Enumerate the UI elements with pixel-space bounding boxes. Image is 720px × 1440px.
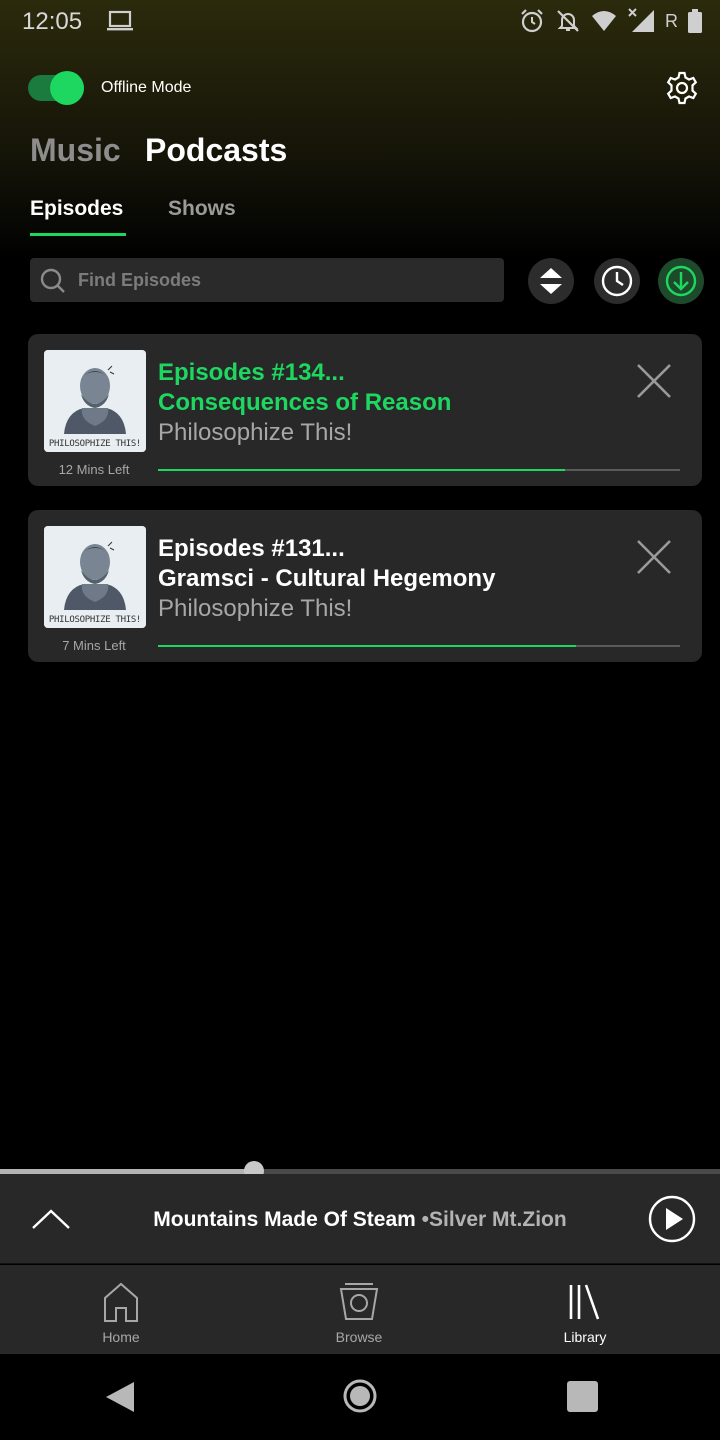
bottom-nav: Home Browse Library	[0, 1265, 720, 1354]
wifi-icon	[592, 11, 616, 31]
episode-title: Episodes #131...	[158, 535, 345, 562]
downloaded-filter-button[interactable]	[658, 258, 704, 304]
close-icon[interactable]	[635, 538, 673, 576]
podcast-cover-art: PHILOSOPHIZE THIS!	[44, 526, 146, 628]
status-icons: R	[519, 6, 702, 36]
section-music[interactable]: Music	[30, 132, 121, 169]
carrier-letter: R	[665, 10, 678, 31]
tab-episodes-indicator	[30, 233, 126, 236]
episode-card[interactable]: PHILOSOPHIZE THIS! 7 Mins Left Episodes …	[28, 510, 702, 662]
search-bar[interactable]	[30, 258, 504, 302]
now-playing-bar[interactable]: Mountains Made Of Steam •Silver Mt.Zion	[0, 1174, 720, 1264]
gear-icon[interactable]	[664, 70, 700, 106]
status-bar: 12:05 R	[0, 0, 720, 44]
nav-browse-label: Browse	[335, 1329, 383, 1345]
sort-icon	[540, 268, 562, 294]
episode-progress-fill	[158, 645, 576, 647]
episode-show: Philosophize This!	[158, 595, 353, 622]
library-icon	[569, 1284, 600, 1320]
time-left: 12 Mins Left	[58, 462, 130, 477]
cover-caption: PHILOSOPHIZE THIS!	[48, 615, 142, 625]
tab-episodes[interactable]: Episodes	[30, 197, 123, 221]
home-icon	[104, 1282, 138, 1322]
home-button-icon[interactable]	[342, 1378, 378, 1414]
podcast-cover-art: PHILOSOPHIZE THIS!	[44, 350, 146, 452]
bust-illustration	[44, 350, 146, 452]
offline-mode-label: Offline Mode	[101, 79, 192, 96]
search-icon	[40, 268, 65, 293]
toggle-knob	[50, 71, 84, 105]
episode-title: Episodes #134...	[158, 359, 345, 386]
system-nav-bar	[0, 1354, 720, 1440]
nav-library[interactable]: Library	[515, 1265, 655, 1354]
section-podcasts[interactable]: Podcasts	[145, 132, 287, 169]
clock-icon	[601, 265, 633, 297]
episode-progress-bar	[158, 469, 680, 471]
bust-illustration	[44, 526, 146, 628]
episode-card[interactable]: PHILOSOPHIZE THIS! 12 Mins Left Episodes…	[28, 334, 702, 486]
now-playing-artist: Silver Mt.Zion	[429, 1208, 567, 1231]
now-playing-text: Mountains Made Of Steam •Silver Mt.Zion	[0, 1208, 720, 1232]
episode-subtitle: Gramsci - Cultural Hegemony	[158, 565, 496, 592]
search-input[interactable]	[78, 258, 488, 302]
episode-progress-fill	[158, 469, 566, 471]
browse-icon	[339, 1283, 379, 1320]
status-time: 12:05	[22, 8, 83, 35]
recent-apps-icon[interactable]	[567, 1381, 598, 1412]
download-icon	[665, 265, 697, 297]
play-icon[interactable]	[648, 1195, 696, 1243]
signal-icon	[628, 8, 654, 32]
cover-caption: PHILOSOPHIZE THIS!	[48, 439, 142, 449]
nav-library-label: Library	[563, 1329, 607, 1345]
laptop-icon	[107, 10, 133, 31]
back-icon[interactable]	[104, 1380, 136, 1414]
nav-home[interactable]: Home	[51, 1265, 191, 1354]
close-icon[interactable]	[635, 362, 673, 400]
now-playing-separator: •	[421, 1208, 430, 1231]
notifications-off-icon	[557, 10, 579, 32]
alarm-icon	[521, 9, 543, 33]
recent-filter-button[interactable]	[594, 258, 640, 304]
battery-icon	[688, 9, 702, 33]
episode-progress-bar	[158, 645, 680, 647]
offline-mode-toggle[interactable]	[28, 71, 86, 105]
time-left: 7 Mins Left	[62, 638, 126, 653]
episode-show: Philosophize This!	[158, 419, 353, 446]
nav-home-label: Home	[102, 1329, 140, 1345]
sort-button[interactable]	[528, 258, 574, 304]
episode-subtitle: Consequences of Reason	[158, 389, 452, 416]
now-playing-title: Mountains Made Of Steam	[153, 1208, 416, 1231]
tab-shows[interactable]: Shows	[168, 197, 236, 221]
nav-browse[interactable]: Browse	[289, 1265, 429, 1354]
